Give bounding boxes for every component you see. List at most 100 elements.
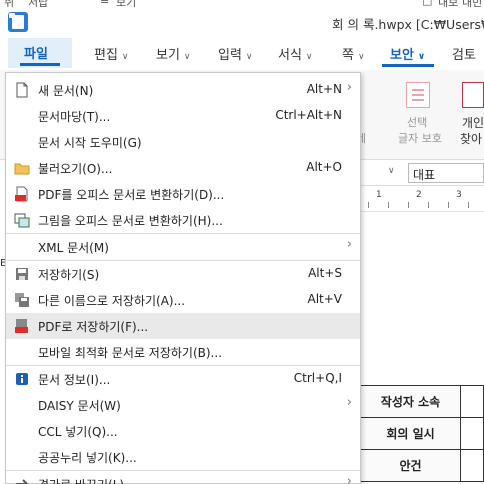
chevron-down-icon: ∨	[357, 52, 365, 62]
table-cell[interactable]: 회의 일시	[360, 417, 461, 450]
menu-item-save[interactable]: 저장하기(S) Alt+S	[6, 261, 360, 287]
menu-item-label: CCL 넣기(Q)...	[38, 425, 118, 439]
top-fragment: 내빈	[462, 0, 483, 8]
chevron-down-icon: ∨	[121, 52, 129, 62]
table-cell[interactable]	[460, 385, 484, 418]
top-fragment: ≡	[100, 0, 110, 7]
menu-page[interactable]: 쪽 ∨	[342, 44, 365, 63]
menu-view[interactable]: 보기 ∨	[156, 44, 191, 63]
menu-insert-label: 입력	[218, 48, 242, 63]
menu-item-doc-info[interactable]: 문서 정보(I)... Ctrl+Q,I	[6, 366, 360, 392]
menu-view-label: 보기	[156, 48, 180, 63]
ruler-tick	[448, 202, 449, 208]
menu-item-xml[interactable]: XML 문서(M) ›	[6, 234, 360, 260]
menu-item-shortcut: Alt+N	[306, 82, 342, 96]
style-combo-value: 대표	[413, 168, 436, 182]
top-fragment: 서랍	[28, 0, 49, 8]
menu-file-label: 파일	[24, 47, 48, 62]
top-fragment: 보기	[116, 0, 137, 8]
chevron-down-icon[interactable]: ∨	[388, 166, 395, 176]
menu-item-label: PDF를 오피스 문서로 변환하기(D)...	[38, 188, 225, 202]
menu-item-open[interactable]: 불러오기(O)... Alt+O	[6, 155, 360, 181]
top-fragment: □	[422, 0, 433, 7]
menu-security[interactable]: 보안 ∨	[390, 44, 425, 63]
menu-insert[interactable]: 입력 ∨	[218, 44, 253, 63]
ribbon-select-sub: 글자 보호	[398, 132, 442, 145]
menu-item-label: 불러오기(O)...	[38, 162, 113, 176]
menu-item-label: 경가로 바꾸기(L)	[38, 476, 124, 484]
chevron-right-icon: ›	[346, 80, 352, 95]
menu-item-image-convert[interactable]: 그림을 오피스 문서로 변환하기(H)...	[6, 207, 360, 233]
arrow-icon	[14, 476, 30, 484]
table-cell[interactable]: 안건	[360, 449, 461, 482]
ruler: 1 2 3	[360, 188, 484, 212]
menu-item-label: 문서 정보(I)...	[38, 373, 111, 387]
menu-item-templates[interactable]: 문서마당(T)... Ctrl+Alt+N	[6, 103, 360, 129]
table-cell[interactable]	[460, 449, 484, 482]
ruler-tick	[468, 202, 469, 208]
ruler-mark: 3	[456, 190, 462, 200]
top-fragment: 내보	[438, 0, 459, 8]
title-bar: 회 의 록.hwpx [C:₩Users₩	[0, 8, 484, 38]
menu-item-daisy[interactable]: DAISY 문서(W) ›	[6, 392, 360, 418]
menu-item-save-as[interactable]: 다른 이름으로 저장하기(A)... Alt+V	[6, 287, 360, 313]
menu-item-shortcut: Ctrl+Alt+N	[275, 108, 342, 122]
top-fragment: 쥐	[4, 0, 15, 8]
active-tab-underline	[20, 63, 60, 66]
menu-item-label: 새 문서(N)	[38, 84, 94, 98]
menu-item-shortcut: Alt+S	[308, 266, 342, 280]
menu-item-save-pdf[interactable]: PDF로 저장하기(F)...	[6, 313, 360, 339]
security-tab-underline	[382, 64, 434, 67]
menu-item-start-helper[interactable]: 문서 시작 도우미(G)	[6, 129, 360, 155]
ruler-mark: 2	[416, 190, 422, 200]
folder-icon	[14, 160, 30, 176]
table-row: 안건	[360, 449, 484, 482]
menu-item-save-mobile[interactable]: 모바일 최적화 문서로 저장하기(B)...	[6, 339, 360, 365]
menu-format-label: 서식	[278, 48, 302, 63]
menu-item-label: XML 문서(M)	[38, 241, 109, 255]
file-menu-dropdown: 새 문서(N) Alt+N › 문서마당(T)... Ctrl+Alt+N 문서…	[5, 72, 361, 484]
menu-item-label: 문서 시작 도우미(G)	[38, 136, 142, 150]
chevron-right-icon: ›	[346, 474, 352, 484]
personal-info-icon[interactable]	[462, 82, 484, 108]
menu-item-label: 모바일 최적화 문서로 저장하기(B)...	[38, 346, 223, 360]
ruler-tick	[368, 202, 369, 208]
table-cell[interactable]	[460, 417, 484, 450]
ruler-tick	[428, 202, 429, 208]
pdf-convert-icon	[14, 186, 30, 202]
menu-item-ccl[interactable]: CCL 넣기(Q)...	[6, 418, 360, 444]
top-strip: 쥐 서랍 ≡ 보기 □ 내보 내빈	[0, 0, 484, 8]
menu-security-label: 보안	[390, 48, 414, 63]
menu-item-pdf-convert[interactable]: PDF를 오피스 문서로 변환하기(D)...	[6, 181, 360, 207]
menu-item-shortcut: Alt+O	[306, 160, 342, 174]
chevron-right-icon: ›	[346, 395, 352, 410]
save-pdf-icon	[14, 318, 30, 334]
chevron-right-icon: ›	[346, 237, 352, 252]
menu-item-path-change[interactable]: 경가로 바꾸기(L) ›	[6, 471, 360, 484]
menu-item-label: 문서마당(T)...	[38, 110, 111, 124]
menu-edit-label: 편집	[94, 48, 118, 63]
menu-item-shortcut: Ctrl+Q,I	[293, 371, 342, 385]
menu-edit[interactable]: 편집 ∨	[94, 44, 129, 63]
image-convert-icon	[14, 212, 30, 228]
menu-file[interactable]: 파일	[8, 38, 72, 68]
menu-page-label: 쪽	[342, 48, 354, 63]
info-icon	[14, 371, 30, 387]
ribbon-personal-label: 개인	[462, 116, 484, 130]
text-protect-icon[interactable]	[406, 82, 430, 108]
menu-item-kogl[interactable]: 공공누리 넣기(K)...	[6, 444, 360, 470]
app-logo-icon[interactable]	[8, 12, 28, 32]
table-row: 작성자 소속	[360, 385, 484, 418]
table-cell[interactable]: 작성자 소속	[360, 385, 461, 418]
chevron-down-icon: ∨	[305, 52, 313, 62]
menu-review-label: 검토	[452, 48, 476, 63]
menu-item-label: 그림을 오피스 문서로 변환하기(H)...	[38, 214, 223, 228]
table-row: 회의 일시	[360, 417, 484, 450]
menu-item-shortcut: Alt+V	[307, 292, 342, 306]
save-as-icon	[14, 292, 30, 308]
menu-review[interactable]: 검토	[452, 44, 476, 63]
style-combo[interactable]: 대표	[408, 163, 484, 183]
menu-item-new-document[interactable]: 새 문서(N) Alt+N ›	[6, 77, 360, 103]
menu-item-label: DAISY 문서(W)	[38, 399, 121, 413]
menu-format[interactable]: 서식 ∨	[278, 44, 313, 63]
